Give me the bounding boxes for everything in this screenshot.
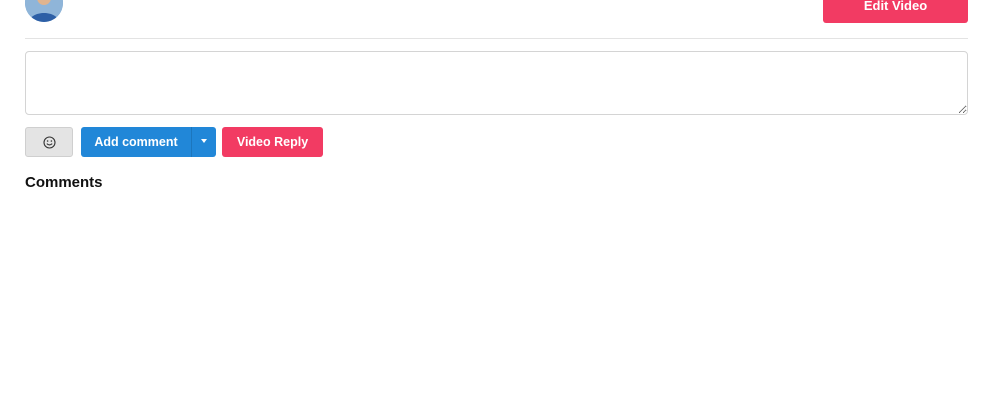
emoji-button[interactable] [25, 127, 73, 157]
edit-video-button[interactable]: Edit Video [823, 0, 968, 23]
avatar-icon [25, 0, 63, 22]
caret-down-icon [201, 139, 207, 143]
comment-input[interactable] [25, 51, 968, 115]
add-comment-split-button: Add comment [81, 127, 216, 157]
smiley-face-icon [42, 135, 56, 149]
add-comment-dropdown-toggle[interactable] [191, 127, 216, 157]
comments-heading: Comments [25, 174, 103, 191]
video-reply-button[interactable]: Video Reply [222, 127, 323, 157]
video-header-bar: Edit Video [25, 0, 968, 39]
user-avatar[interactable] [25, 0, 63, 22]
add-comment-button[interactable]: Add comment [81, 127, 191, 157]
